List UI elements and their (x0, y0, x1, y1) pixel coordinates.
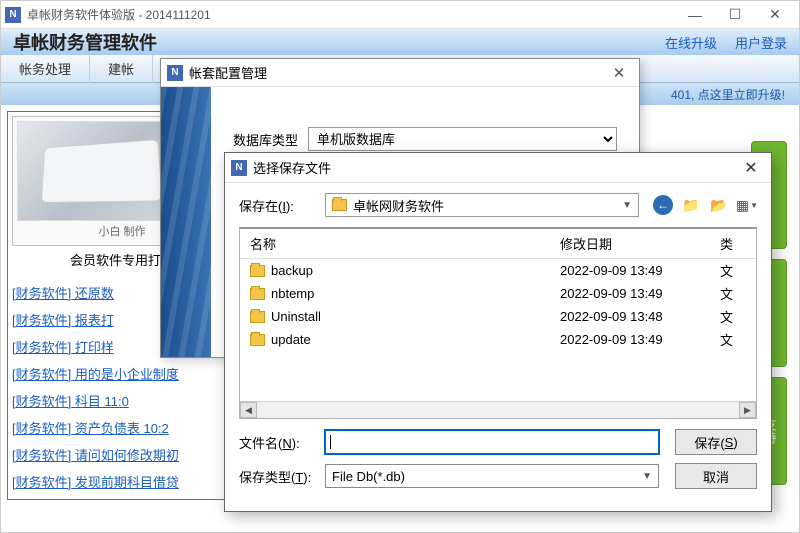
save-dialog-title: 选择保存文件 (253, 158, 737, 177)
close-icon[interactable]: ✕ (605, 64, 633, 82)
news-item[interactable]: [财务软件] 用的是小企业制度 (12, 360, 232, 387)
cancel-button[interactable]: 取消 (675, 463, 757, 489)
filetype-value: File Db(*.db) (332, 469, 405, 484)
filetype-label: 保存类型(T): (239, 467, 325, 486)
chevron-down-icon: ▼ (622, 200, 632, 211)
save-in-row: 保存在(I): 卓帐网财务软件 ▼ ← 📁 📂 ▦▼ (239, 193, 757, 217)
back-icon[interactable]: ← (653, 195, 673, 215)
minimize-button[interactable]: — (675, 1, 715, 29)
chevron-down-icon: ▼ (642, 471, 652, 482)
filetype-select[interactable]: File Db(*.db) ▼ (325, 464, 659, 488)
scroll-right-icon[interactable]: ▶ (739, 402, 756, 418)
view-menu-icon[interactable]: ▦▼ (737, 195, 757, 215)
toolbar-create[interactable]: 建帐 (90, 55, 153, 83)
file-row[interactable]: backup 2022-09-09 13:49 文 (240, 259, 756, 282)
scroll-track[interactable] (257, 402, 739, 418)
config-dialog-titlebar[interactable]: N 帐套配置管理 ✕ (161, 59, 639, 87)
window-controls: — ☐ ✕ (675, 1, 795, 29)
toolbar-accounting[interactable]: 帐务处理 (1, 55, 90, 83)
close-button[interactable]: ✕ (755, 1, 795, 29)
scroll-left-icon[interactable]: ◀ (240, 402, 257, 418)
news-item[interactable]: [财务软件] 请问如何修改期初 (12, 441, 232, 468)
app-icon: N (231, 160, 247, 176)
col-type-header[interactable]: 类 (710, 229, 756, 258)
filetype-row: 保存类型(T): File Db(*.db) ▼ 取消 (239, 463, 757, 489)
file-row[interactable]: update 2022-09-09 13:49 文 (240, 328, 756, 351)
db-type-row: 数据库类型 单机版数据库 (233, 127, 617, 151)
app-icon: N (5, 7, 21, 23)
main-titlebar: N 卓帐财务软件体验版 - 2014111201 — ☐ ✕ (1, 1, 799, 29)
news-item[interactable]: [财务软件] 发现前期科目借贷 (12, 468, 232, 495)
file-row[interactable]: Uninstall 2022-09-09 13:48 文 (240, 305, 756, 328)
file-list-header: 名称 修改日期 类 (240, 229, 756, 259)
app-icon: N (167, 65, 183, 81)
col-name-header[interactable]: 名称 (240, 229, 550, 258)
save-in-value: 卓帐网财务软件 (353, 196, 444, 215)
horizontal-scrollbar[interactable]: ◀ ▶ (240, 401, 756, 418)
main-header: 卓帐财务管理软件 在线升级 用户登录 (1, 29, 799, 55)
filename-row: 文件名(N): 保存(S) (239, 429, 757, 455)
save-in-label: 保存在(I): (239, 196, 325, 215)
save-button[interactable]: 保存(S) (675, 429, 757, 455)
login-link[interactable]: 用户登录 (735, 33, 787, 52)
up-folder-icon[interactable]: 📁 (681, 195, 701, 215)
col-date-header[interactable]: 修改日期 (550, 229, 710, 258)
save-dialog-body: 保存在(I): 卓帐网财务软件 ▼ ← 📁 📂 ▦▼ 名称 修改日期 类 (225, 183, 771, 507)
save-dialog-titlebar[interactable]: N 选择保存文件 ✕ (225, 153, 771, 183)
main-title: 卓帐财务软件体验版 - 2014111201 (27, 6, 675, 23)
brand-title: 卓帐财务管理软件 (13, 29, 647, 55)
config-dialog-title: 帐套配置管理 (189, 63, 605, 82)
file-list[interactable]: backup 2022-09-09 13:49 文 nbtemp 2022-09… (240, 259, 756, 401)
close-icon[interactable]: ✕ (737, 158, 765, 178)
config-dialog-sidebar (161, 87, 211, 357)
news-item[interactable]: [财务软件] 资产负债表 10:2 (12, 414, 232, 441)
notice-text: 401, 点这里立即升级! (671, 86, 785, 103)
save-in-combo[interactable]: 卓帐网财务软件 ▼ (325, 193, 639, 217)
maximize-button[interactable]: ☐ (715, 1, 755, 29)
folder-icon (250, 288, 265, 300)
upgrade-link[interactable]: 在线升级 (665, 33, 717, 52)
save-file-dialog: N 选择保存文件 ✕ 保存在(I): 卓帐网财务软件 ▼ ← 📁 📂 ▦▼ 名称… (224, 152, 772, 512)
folder-icon (332, 199, 347, 211)
folder-icon (250, 311, 265, 323)
db-type-label: 数据库类型 (233, 130, 298, 149)
nav-icons: ← 📁 📂 ▦▼ (653, 195, 757, 215)
filename-label: 文件名(N): (239, 433, 325, 452)
filename-input[interactable] (325, 430, 659, 454)
new-folder-icon[interactable]: 📂 (709, 195, 729, 215)
news-item[interactable]: [财务软件] 科目 11:0 (12, 387, 232, 414)
db-type-select[interactable]: 单机版数据库 (308, 127, 617, 151)
folder-icon (250, 265, 265, 277)
file-row[interactable]: nbtemp 2022-09-09 13:49 文 (240, 282, 756, 305)
folder-icon (250, 334, 265, 346)
file-list-area: 名称 修改日期 类 backup 2022-09-09 13:49 文 nbte… (239, 227, 757, 419)
